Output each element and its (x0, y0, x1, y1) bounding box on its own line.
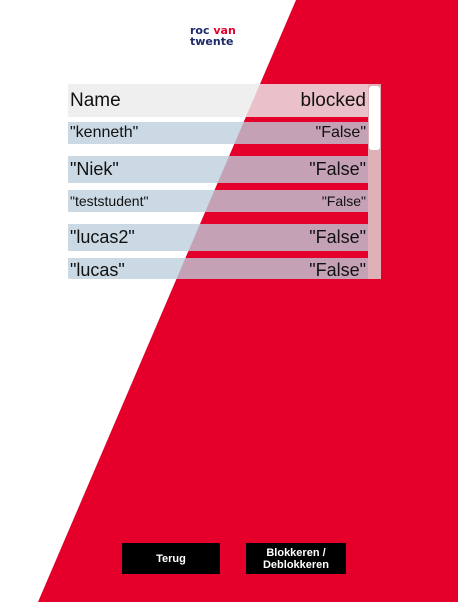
block-label-line1: Blokkeren / (266, 546, 326, 559)
row-blocked: "False" (309, 159, 366, 179)
row-name: "lucas2" (70, 227, 135, 247)
row-blocked: "False" (315, 124, 366, 141)
logo-text-twente: twente (190, 35, 234, 48)
table-row[interactable]: "kenneth" "False" (68, 122, 368, 144)
block-unblock-button-label: Blokkeren / Deblokkeren (263, 547, 329, 571)
row-blocked: "False" (309, 227, 366, 247)
row-name: "Niek" (70, 159, 119, 179)
table-row[interactable]: "Niek" "False" (68, 156, 368, 183)
table-header-row: Name blocked (68, 84, 368, 117)
table-row[interactable]: "lucas" "False" (68, 258, 368, 279)
row-blocked: "False" (321, 193, 366, 209)
row-blocked: "False" (309, 259, 366, 280)
block-unblock-button[interactable]: Blokkeren / Deblokkeren (246, 543, 346, 574)
back-button-label: Terug (156, 552, 186, 565)
table-row[interactable]: "lucas2" "False" (68, 224, 368, 251)
header-blocked: blocked (300, 89, 367, 111)
table-scrollbar-thumb[interactable] (369, 86, 380, 150)
row-name: "lucas" (70, 259, 125, 280)
back-button[interactable]: Terug (122, 543, 220, 574)
roc-van-twente-logo: roc van twente (190, 25, 260, 47)
students-table: Name blocked "kenneth" "False" "Niek" "F… (68, 84, 381, 279)
row-name: "kenneth" (70, 124, 139, 141)
block-label-line2: Deblokkeren (262, 558, 330, 571)
table-row[interactable]: "teststudent" "False" (68, 190, 368, 212)
header-name: Name (70, 89, 121, 111)
row-name: "teststudent" (70, 193, 149, 209)
